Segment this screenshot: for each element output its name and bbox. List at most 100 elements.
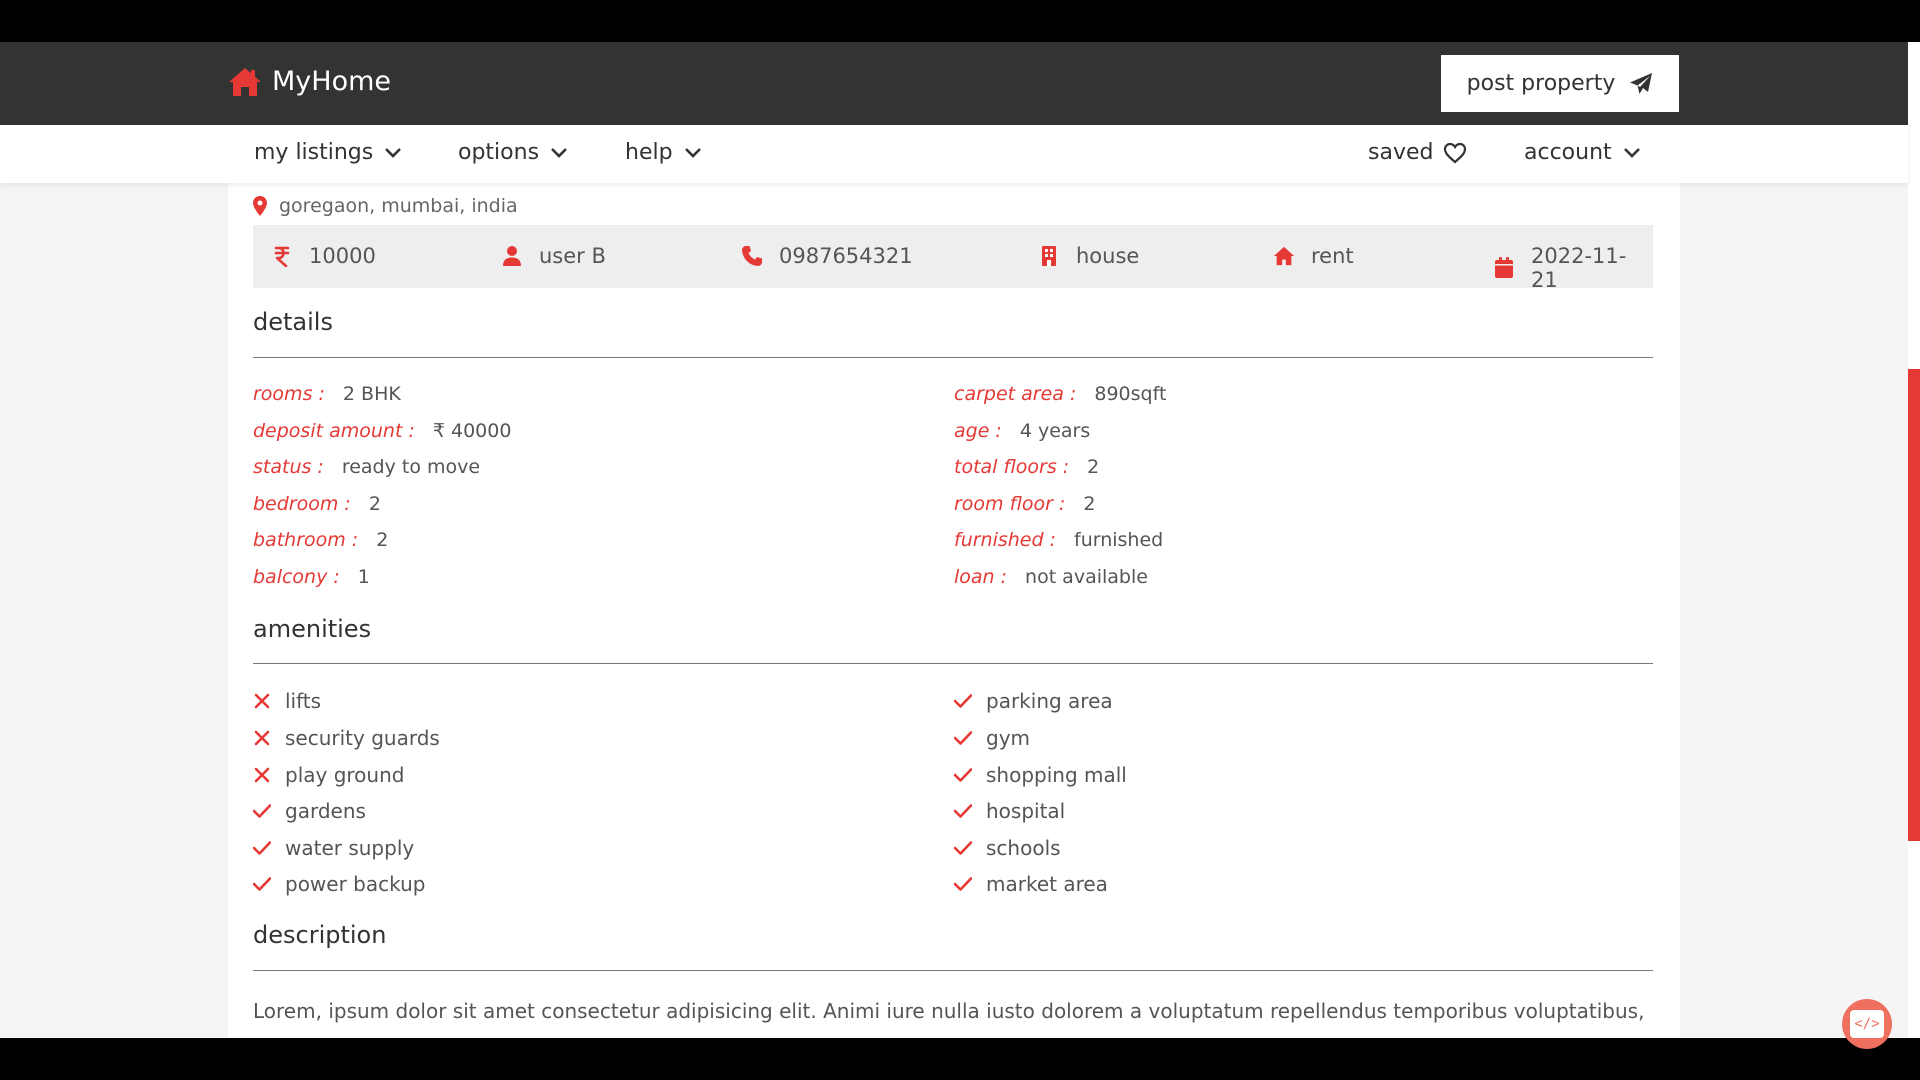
heart-icon xyxy=(1444,142,1467,163)
detail-value: 1 xyxy=(357,566,370,588)
detail-status: status : ready to move xyxy=(253,456,480,478)
amenity-label: lifts xyxy=(285,689,322,713)
amenity-label: power backup xyxy=(285,872,426,896)
detail-key: loan : xyxy=(954,566,1008,588)
detail-room-floor: room floor : 2 xyxy=(954,493,1095,515)
brand-logo[interactable]: MyHome xyxy=(228,66,391,97)
code-icon: </> xyxy=(1850,1010,1884,1038)
nav-saved[interactable]: saved xyxy=(1368,140,1467,165)
amenity-label: security guards xyxy=(285,726,440,750)
nav-options[interactable]: options xyxy=(458,140,569,165)
check-icon xyxy=(954,694,972,708)
detail-key: age : xyxy=(954,420,1002,442)
amenity-item: lifts xyxy=(253,689,321,713)
owner-value: user B xyxy=(539,244,606,268)
home-icon xyxy=(1273,246,1295,266)
site-header: MyHome post property xyxy=(0,42,1908,125)
detail-value: ₹ 40000 xyxy=(432,420,512,442)
paper-plane-icon xyxy=(1630,72,1653,94)
amenity-label: gardens xyxy=(285,799,366,823)
amenity-item: parking area xyxy=(954,689,1113,713)
detail-key: furnished : xyxy=(954,529,1056,551)
description-text: Lorem, ipsum dolor sit amet consectetur … xyxy=(253,999,1645,1023)
calendar-icon xyxy=(1495,257,1513,278)
user-icon xyxy=(503,246,521,266)
page-viewport: MyHome post property my listings options… xyxy=(0,42,1920,1038)
property-location: goregaon, mumbai, india xyxy=(253,195,518,217)
rupee-icon xyxy=(274,246,290,267)
info-type: house xyxy=(1038,244,1139,268)
info-owner: user B xyxy=(501,244,606,268)
detail-key: bathroom : xyxy=(253,529,359,551)
amenity-label: play ground xyxy=(285,763,405,787)
type-value: house xyxy=(1076,244,1140,268)
detail-rooms: rooms : 2 BHK xyxy=(253,383,401,405)
check-icon xyxy=(954,841,972,855)
location-text: goregaon, mumbai, india xyxy=(279,195,518,217)
amenity-label: water supply xyxy=(285,836,415,860)
nav-help[interactable]: help xyxy=(625,140,703,165)
map-marker-icon xyxy=(253,196,267,216)
home-icon xyxy=(229,67,261,96)
check-icon xyxy=(954,731,972,745)
chevron-down-icon xyxy=(684,147,701,158)
detail-total-floors: total floors : 2 xyxy=(954,456,1099,478)
info-phone[interactable]: 0987654321 xyxy=(741,244,913,268)
post-property-button[interactable]: post property xyxy=(1441,55,1679,112)
check-icon xyxy=(253,877,271,891)
amenity-label: parking area xyxy=(986,689,1113,713)
brand-name: MyHome xyxy=(272,66,392,97)
phone-icon xyxy=(742,246,762,266)
amenity-item: schools xyxy=(954,836,1061,860)
detail-value: not available xyxy=(1025,566,1148,588)
detail-value: 2 xyxy=(1083,493,1096,515)
nav-my-listings[interactable]: my listings xyxy=(254,140,403,165)
amenity-item: gym xyxy=(954,726,1030,750)
nav-options-label: options xyxy=(458,140,540,165)
amenity-item: power backup xyxy=(253,872,425,896)
detail-value: 890sqft xyxy=(1094,383,1167,405)
amenity-item: gardens xyxy=(253,799,366,823)
scrollbar-thumb[interactable] xyxy=(1908,369,1920,841)
detail-age: age : 4 years xyxy=(954,420,1090,442)
amenities-heading: amenities xyxy=(253,615,372,643)
check-icon xyxy=(253,841,271,855)
detail-value: 2 xyxy=(368,493,381,515)
date-value: 2022-11-21 xyxy=(1531,244,1627,292)
detail-value: furnished xyxy=(1074,529,1164,551)
detail-key: carpet area : xyxy=(954,383,1077,405)
detail-loan: loan : not available xyxy=(954,566,1148,588)
amenity-label: hospital xyxy=(986,799,1066,823)
check-icon xyxy=(253,804,271,818)
amenity-label: market area xyxy=(986,872,1108,896)
amenity-item: market area xyxy=(954,872,1108,896)
price-value: 10000 xyxy=(309,244,376,268)
amenity-item: shopping mall xyxy=(954,763,1127,787)
detail-value: 2 xyxy=(376,529,389,551)
detail-value: 2 xyxy=(1087,456,1100,478)
detail-value: ready to move xyxy=(341,456,481,478)
detail-bathroom: bathroom : 2 xyxy=(253,529,388,551)
nav-account-label: account xyxy=(1524,140,1612,165)
nav-account[interactable]: account xyxy=(1524,140,1642,165)
phone-value: 0987654321 xyxy=(779,244,913,268)
detail-key: balcony : xyxy=(253,566,340,588)
chevron-down-icon xyxy=(1623,147,1640,158)
detail-furnished: furnished : furnished xyxy=(954,529,1163,551)
building-icon xyxy=(1042,246,1056,266)
check-icon xyxy=(954,768,972,782)
property-card: goregaon, mumbai, india 10000 user B 098… xyxy=(228,183,1680,1038)
info-price: 10000 xyxy=(271,244,376,268)
secondary-nav: my listings options help saved account xyxy=(0,125,1908,183)
amenity-label: schools xyxy=(986,836,1061,860)
amenity-item: play ground xyxy=(253,763,404,787)
detail-bedroom: bedroom : 2 xyxy=(253,493,381,515)
detail-balcony: balcony : 1 xyxy=(253,566,370,588)
detail-key: deposit amount : xyxy=(253,420,415,442)
detail-key: status : xyxy=(253,456,324,478)
detail-carpet-area: carpet area : 890sqft xyxy=(954,383,1166,405)
amenities-divider xyxy=(253,663,1653,664)
code-view-button[interactable]: </> xyxy=(1842,999,1892,1049)
cross-icon xyxy=(254,693,270,709)
description-divider xyxy=(253,970,1653,971)
